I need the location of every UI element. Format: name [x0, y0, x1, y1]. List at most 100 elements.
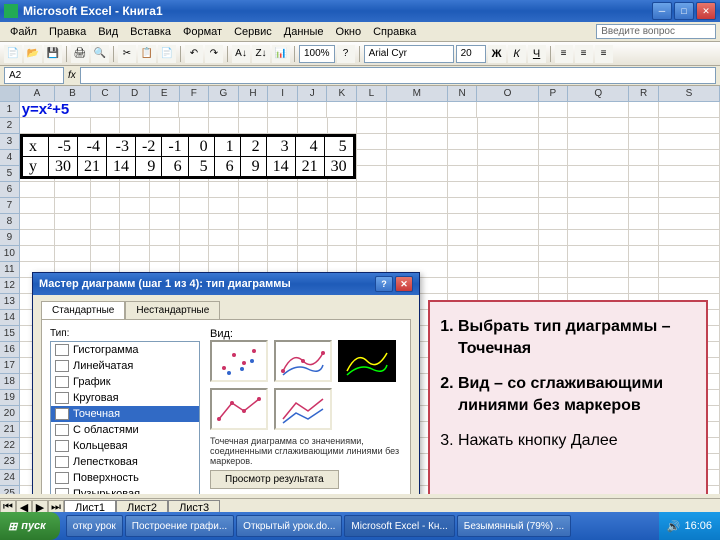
cell[interactable]	[180, 198, 210, 214]
cell[interactable]	[387, 166, 448, 182]
cell[interactable]	[209, 102, 239, 118]
col-header-D[interactable]: D	[120, 86, 150, 101]
cell[interactable]	[357, 214, 387, 230]
cell[interactable]	[180, 246, 210, 262]
cell[interactable]	[659, 278, 720, 294]
cell[interactable]	[478, 118, 539, 134]
cell[interactable]	[150, 246, 180, 262]
dialog-close-button[interactable]: ✕	[395, 276, 413, 292]
cell[interactable]	[150, 214, 180, 230]
new-button[interactable]: 📄	[4, 45, 22, 63]
cell[interactable]	[629, 214, 659, 230]
chart-type-item[interactable]: График	[51, 374, 199, 390]
cell[interactable]	[180, 214, 210, 230]
cell[interactable]	[239, 102, 269, 118]
cell[interactable]	[478, 166, 539, 182]
cell[interactable]	[539, 230, 569, 246]
undo-button[interactable]: ↶	[185, 45, 203, 63]
col-header-B[interactable]: B	[55, 86, 91, 101]
cell[interactable]	[120, 214, 150, 230]
cell[interactable]	[448, 262, 478, 278]
row-header[interactable]: 4	[0, 150, 20, 166]
cell[interactable]	[448, 166, 478, 182]
cell[interactable]	[357, 134, 387, 150]
row-header[interactable]: 18	[0, 374, 20, 390]
row-header[interactable]: 19	[0, 390, 20, 406]
cell[interactable]	[55, 198, 91, 214]
cell[interactable]	[357, 118, 387, 134]
row-header[interactable]: 6	[0, 182, 20, 198]
menu-view[interactable]: Вид	[92, 24, 124, 40]
cell[interactable]	[448, 278, 478, 294]
cell[interactable]	[239, 182, 269, 198]
row-header[interactable]: 25	[0, 486, 20, 494]
chart-type-item[interactable]: Круговая	[51, 390, 199, 406]
taskbar-task[interactable]: Microsoft Excel - Кн...	[344, 515, 454, 537]
menu-edit[interactable]: Правка	[43, 24, 92, 40]
cell[interactable]	[659, 246, 720, 262]
cell[interactable]	[180, 230, 210, 246]
col-header-C[interactable]: C	[91, 86, 121, 101]
cell[interactable]	[568, 102, 629, 118]
cell[interactable]	[268, 198, 298, 214]
cell[interactable]	[478, 278, 539, 294]
cell[interactable]	[298, 182, 328, 198]
cut-button[interactable]: ✂	[118, 45, 136, 63]
cell[interactable]	[268, 102, 298, 118]
tab-standard[interactable]: Стандартные	[41, 301, 125, 319]
cell[interactable]	[328, 198, 358, 214]
dialog-help-button[interactable]: ?	[375, 276, 393, 292]
cell[interactable]	[539, 246, 569, 262]
cell[interactable]	[20, 198, 56, 214]
cell[interactable]	[629, 182, 659, 198]
taskbar-task[interactable]: Построение графи...	[125, 515, 234, 537]
cell[interactable]	[478, 230, 539, 246]
col-header-Q[interactable]: Q	[568, 86, 629, 101]
cell[interactable]	[120, 230, 150, 246]
formula-input[interactable]	[80, 67, 716, 84]
align-right-button[interactable]: ≡	[595, 45, 613, 63]
col-header-G[interactable]: G	[209, 86, 239, 101]
cell[interactable]	[629, 134, 659, 150]
cell[interactable]	[120, 102, 150, 118]
cell[interactable]	[568, 198, 629, 214]
cell[interactable]	[268, 246, 298, 262]
cell[interactable]	[629, 230, 659, 246]
maximize-button[interactable]: □	[674, 2, 694, 20]
sort-desc-button[interactable]: Z↓	[252, 45, 270, 63]
cell[interactable]	[91, 246, 121, 262]
cell[interactable]	[209, 198, 239, 214]
cell[interactable]	[539, 118, 569, 134]
menu-tools[interactable]: Сервис	[228, 24, 278, 40]
cell[interactable]	[659, 262, 720, 278]
col-header-K[interactable]: K	[327, 86, 357, 101]
chart-button[interactable]: 📊	[272, 45, 290, 63]
cell[interactable]	[539, 214, 569, 230]
cell[interactable]	[387, 214, 448, 230]
cell[interactable]	[268, 182, 298, 198]
taskbar-task[interactable]: Открытый урок.do...	[236, 515, 342, 537]
cell[interactable]	[20, 246, 56, 262]
cell[interactable]	[328, 214, 358, 230]
cell[interactable]	[568, 166, 629, 182]
cell[interactable]	[659, 102, 720, 118]
cell[interactable]	[209, 230, 239, 246]
cell[interactable]	[659, 150, 720, 166]
cell[interactable]	[539, 134, 569, 150]
cell[interactable]	[629, 262, 659, 278]
align-left-button[interactable]: ≡	[555, 45, 573, 63]
cell[interactable]	[120, 246, 150, 262]
cell[interactable]	[268, 118, 298, 134]
row-header[interactable]: 12	[0, 278, 20, 294]
cell[interactable]	[298, 214, 328, 230]
subtype-smooth-markers[interactable]	[274, 340, 332, 382]
row-header[interactable]: 14	[0, 310, 20, 326]
menu-data[interactable]: Данные	[278, 24, 330, 40]
cell[interactable]	[150, 118, 180, 134]
cell[interactable]	[448, 102, 478, 118]
help-button[interactable]: ?	[337, 45, 355, 63]
start-button[interactable]: ⊞ пуск	[0, 512, 60, 540]
zoom-select[interactable]: 100%	[299, 45, 335, 63]
menu-insert[interactable]: Вставка	[124, 24, 177, 40]
cell[interactable]	[20, 182, 56, 198]
